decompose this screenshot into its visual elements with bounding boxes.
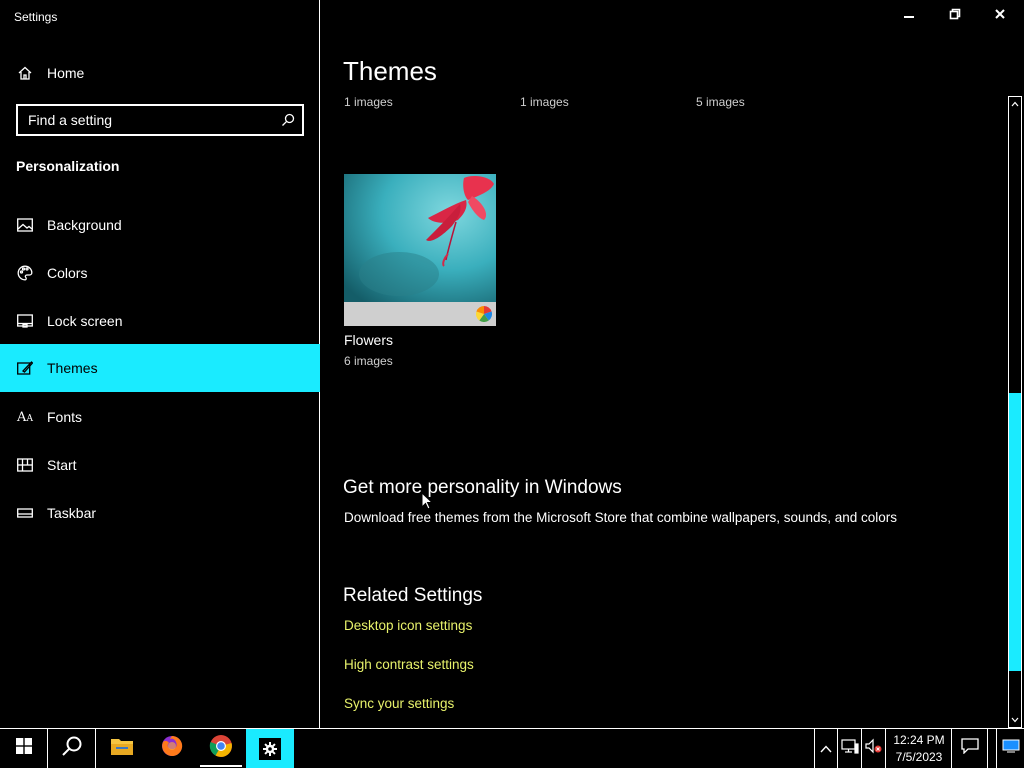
sidebar-item-home[interactable]: Home (0, 49, 320, 97)
settings-gear-icon (259, 737, 281, 760)
related-settings-heading: Related Settings (343, 585, 483, 606)
show-desktop-button[interactable] (996, 729, 1024, 768)
show-desktop-icon (1002, 739, 1020, 758)
chevron-up-icon (820, 740, 832, 758)
themes-icon (16, 359, 34, 377)
taskbar-icon (16, 504, 34, 522)
theme-color-bar (344, 302, 496, 326)
firefox-button[interactable] (148, 729, 196, 768)
sidebar-item-label: Fonts (47, 409, 83, 425)
theme-image-count: 1 images (520, 95, 569, 109)
clock-time: 12:24 PM (893, 733, 945, 747)
action-center-button[interactable] (952, 729, 988, 768)
sidebar: Settings Home Personalization Background… (0, 0, 320, 728)
sidebar-item-label: Themes (47, 360, 98, 376)
sidebar-item-themes[interactable]: Themes (0, 344, 320, 392)
home-icon (16, 64, 34, 82)
close-icon (994, 7, 1006, 25)
sidebar-item-label: Lock screen (47, 313, 123, 329)
sidebar-item-taskbar[interactable]: Taskbar (0, 489, 320, 537)
volume-muted-icon (864, 738, 883, 759)
taskbar-search-button[interactable] (48, 729, 96, 768)
search-icon[interactable] (274, 106, 302, 134)
scrollbar[interactable] (1008, 96, 1022, 728)
sidebar-item-label: Background (47, 217, 122, 233)
sidebar-item-colors[interactable]: Colors (0, 249, 320, 297)
app-title: Settings (14, 10, 58, 24)
high-contrast-settings-link[interactable]: High contrast settings (344, 657, 474, 672)
theme-image-count: 1 images (344, 95, 393, 109)
network-icon (840, 738, 859, 759)
theme-thumbnail (344, 174, 496, 302)
minimize-button[interactable] (886, 0, 932, 32)
search-input[interactable] (18, 111, 274, 129)
sidebar-item-label: Home (47, 65, 85, 81)
page-title: Themes (343, 56, 437, 86)
network-button[interactable] (838, 729, 862, 768)
theme-image-count: 6 images (344, 354, 393, 368)
taskbar: 12:24 PM 7/5/2023 (0, 728, 1024, 768)
sidebar-item-label: Taskbar (47, 505, 97, 521)
restore-icon (949, 7, 961, 25)
close-button[interactable] (977, 0, 1023, 32)
theme-image-count: 5 images (696, 95, 745, 109)
clock-date: 7/5/2023 (895, 750, 943, 764)
restore-button[interactable] (932, 0, 978, 32)
clock-button[interactable]: 12:24 PM 7/5/2023 (886, 729, 952, 768)
desktop-icon-settings-link[interactable]: Desktop icon settings (344, 618, 472, 633)
section-heading: Personalization (16, 158, 120, 174)
search-box[interactable] (16, 104, 304, 136)
start-icon (16, 456, 34, 474)
scroll-thumb[interactable] (1009, 393, 1021, 671)
fonts-icon: AA (17, 409, 33, 425)
flower-image (344, 174, 496, 302)
lock-screen-icon (16, 312, 34, 330)
chrome-button[interactable] (196, 729, 246, 768)
file-explorer-button[interactable] (96, 729, 148, 768)
file-explorer-icon (110, 736, 134, 761)
start-button[interactable] (0, 729, 48, 768)
show-hidden-icons-button[interactable] (814, 729, 838, 768)
sidebar-item-fonts[interactable]: AA Fonts (0, 393, 320, 441)
minimize-icon (903, 7, 915, 25)
scroll-up-arrow[interactable] (1009, 97, 1021, 111)
search-icon (61, 735, 83, 762)
notification-icon (960, 738, 979, 759)
picture-icon (16, 216, 34, 234)
sidebar-item-lock-screen[interactable]: Lock screen (0, 297, 320, 345)
scroll-down-arrow[interactable] (1009, 713, 1021, 727)
get-more-heading: Get more personality in Windows (343, 477, 622, 498)
palette-icon (16, 264, 34, 282)
settings-app-button[interactable] (246, 729, 294, 768)
firefox-icon (160, 734, 184, 763)
sidebar-item-label: Colors (47, 265, 88, 281)
windows-logo-icon (15, 738, 32, 759)
mouse-cursor-icon (421, 492, 433, 510)
sidebar-item-label: Start (47, 457, 77, 473)
chrome-icon (209, 734, 233, 763)
color-wheel-icon (476, 306, 492, 322)
sidebar-item-start[interactable]: Start (0, 441, 320, 489)
sync-settings-link[interactable]: Sync your settings (344, 696, 454, 711)
get-more-description: Download free themes from the Microsoft … (344, 510, 898, 525)
sidebar-item-background[interactable]: Background (0, 201, 320, 249)
theme-card-flowers[interactable] (344, 174, 496, 326)
theme-name: Flowers (344, 332, 394, 348)
volume-button[interactable] (862, 729, 886, 768)
